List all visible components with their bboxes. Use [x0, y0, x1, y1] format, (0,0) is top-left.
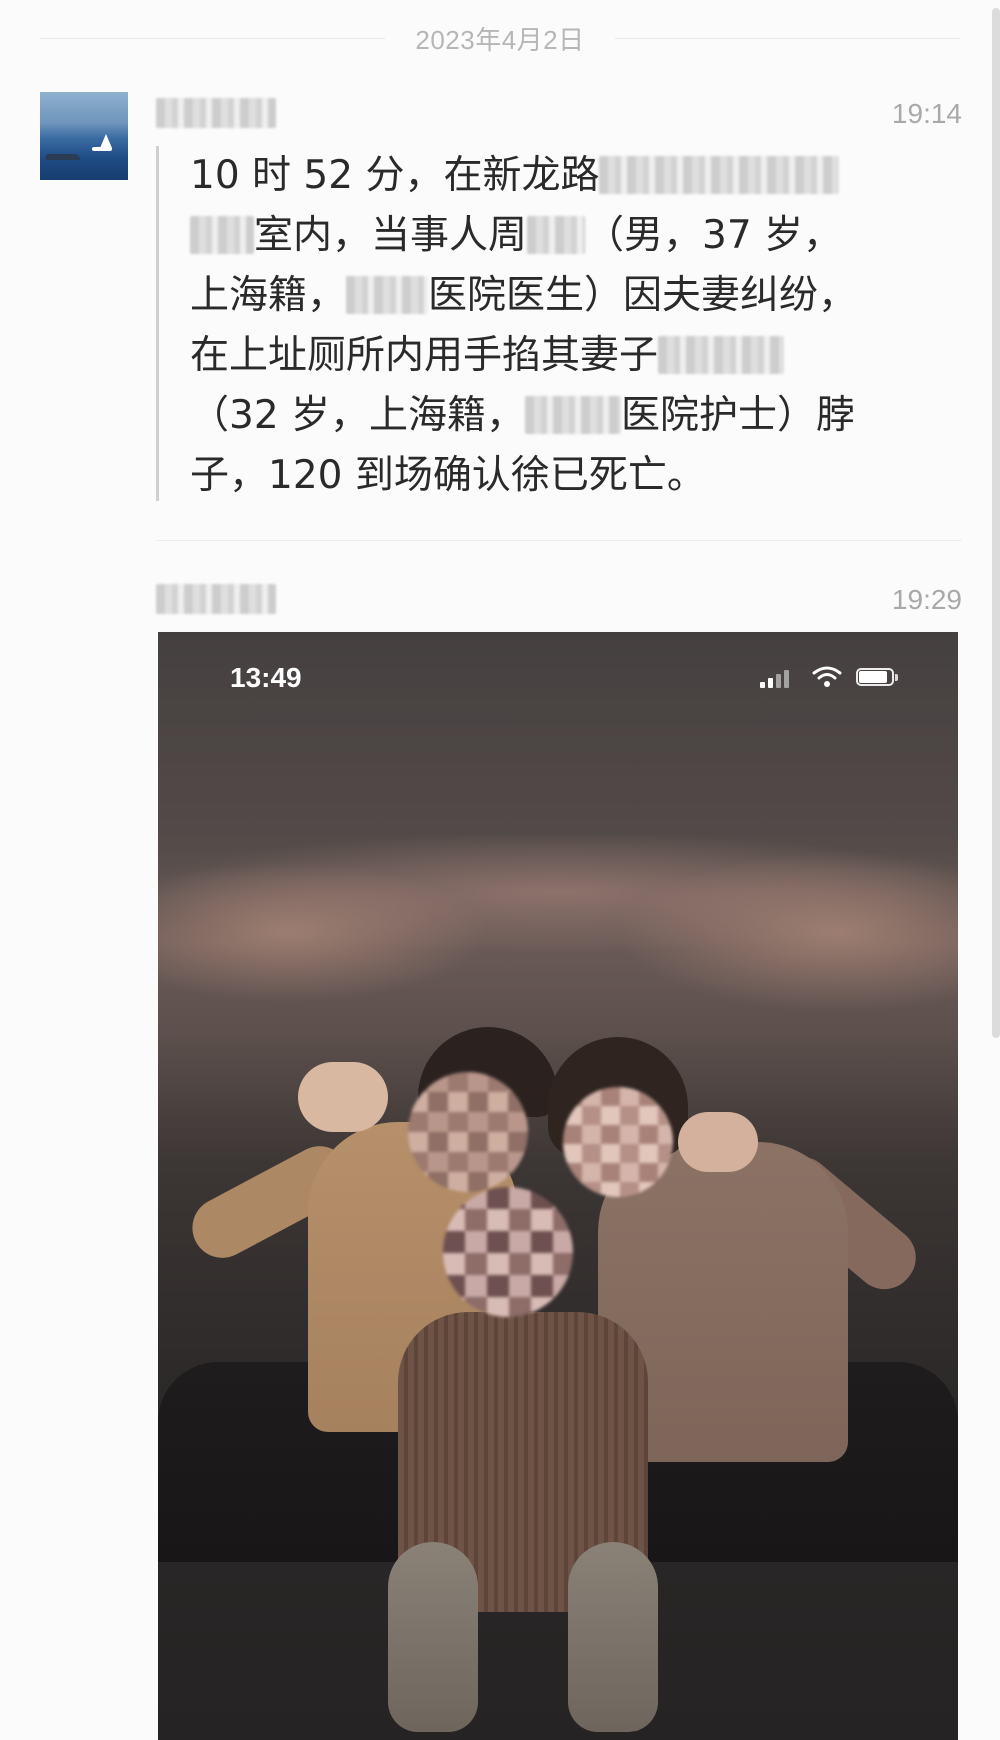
- photo-hand: [298, 1062, 388, 1132]
- text-segment: （男，37 岁，: [585, 213, 843, 258]
- redacted-hospital: [346, 275, 429, 314]
- message-line: 子，120 到场确认徐已死亡。: [190, 446, 950, 506]
- scrollbar[interactable]: [992, 8, 1000, 1038]
- message-line: 上海籍， 医院医生）因夫妻纠纷，: [190, 266, 950, 326]
- text-segment: 上海籍，: [190, 273, 347, 318]
- battery-icon: [856, 668, 900, 688]
- date-label: 2023年4月2日: [415, 24, 585, 55]
- sender-name-redacted: [156, 98, 276, 128]
- redacted-hospital: [525, 395, 622, 434]
- text-segment: 在上址厕所内用手掐其妻子: [190, 333, 659, 378]
- sender-avatar[interactable]: [40, 92, 128, 180]
- signal-icon: [760, 668, 796, 688]
- text-segment: 医院医生）因夫妻纠纷，: [428, 273, 858, 318]
- text-segment: 医院护士）脖: [621, 393, 856, 438]
- avatar-sail: [100, 134, 112, 148]
- photo-hand: [678, 1112, 758, 1172]
- message-divider: [156, 540, 962, 541]
- quote-bar: [156, 146, 159, 501]
- photo-shoe: [388, 1542, 478, 1732]
- text-segment: 子，120 到场确认徐已死亡。: [190, 453, 706, 498]
- status-time: 13:49: [230, 662, 302, 693]
- pixelated-face: [443, 1187, 573, 1317]
- avatar-island: [46, 154, 80, 160]
- pixelated-face: [563, 1087, 673, 1197]
- text-segment: 10 时 52 分，在新龙路: [190, 153, 600, 198]
- divider-line-right: [614, 37, 961, 39]
- phone-status-bar: 13:49: [158, 632, 958, 722]
- photo-shoe: [568, 1542, 658, 1732]
- redacted-room: [190, 215, 254, 254]
- message-line: 室内，当事人周 （男，37 岁，: [190, 206, 950, 266]
- message-time: 19:29: [891, 584, 962, 615]
- text-segment: （32 岁，上海籍，: [190, 393, 526, 438]
- redacted-address: [599, 155, 840, 194]
- date-divider: 2023年4月2日: [40, 18, 961, 58]
- photo-attachment[interactable]: 13:49: [158, 632, 958, 1740]
- message-line: 10 时 52 分，在新龙路: [190, 146, 950, 206]
- message-time: 19:14: [891, 98, 962, 129]
- wifi-icon: [812, 666, 842, 687]
- text-segment: 室内，当事人周: [254, 213, 528, 258]
- redacted-name: [658, 335, 785, 374]
- divider-line-left: [40, 37, 386, 39]
- avatar-boat: [92, 147, 112, 151]
- message-line: 在上址厕所内用手掐其妻子: [190, 326, 950, 386]
- redacted-name: [527, 215, 586, 254]
- message-line: （32 岁，上海籍， 医院护士）脖: [190, 386, 950, 446]
- sender-name-redacted: [156, 584, 276, 614]
- message-text[interactable]: 10 时 52 分，在新龙路 室内，当事人周 （男，37 岁， 上海籍， 医院医生）…: [190, 146, 950, 506]
- pixelated-face: [408, 1072, 528, 1192]
